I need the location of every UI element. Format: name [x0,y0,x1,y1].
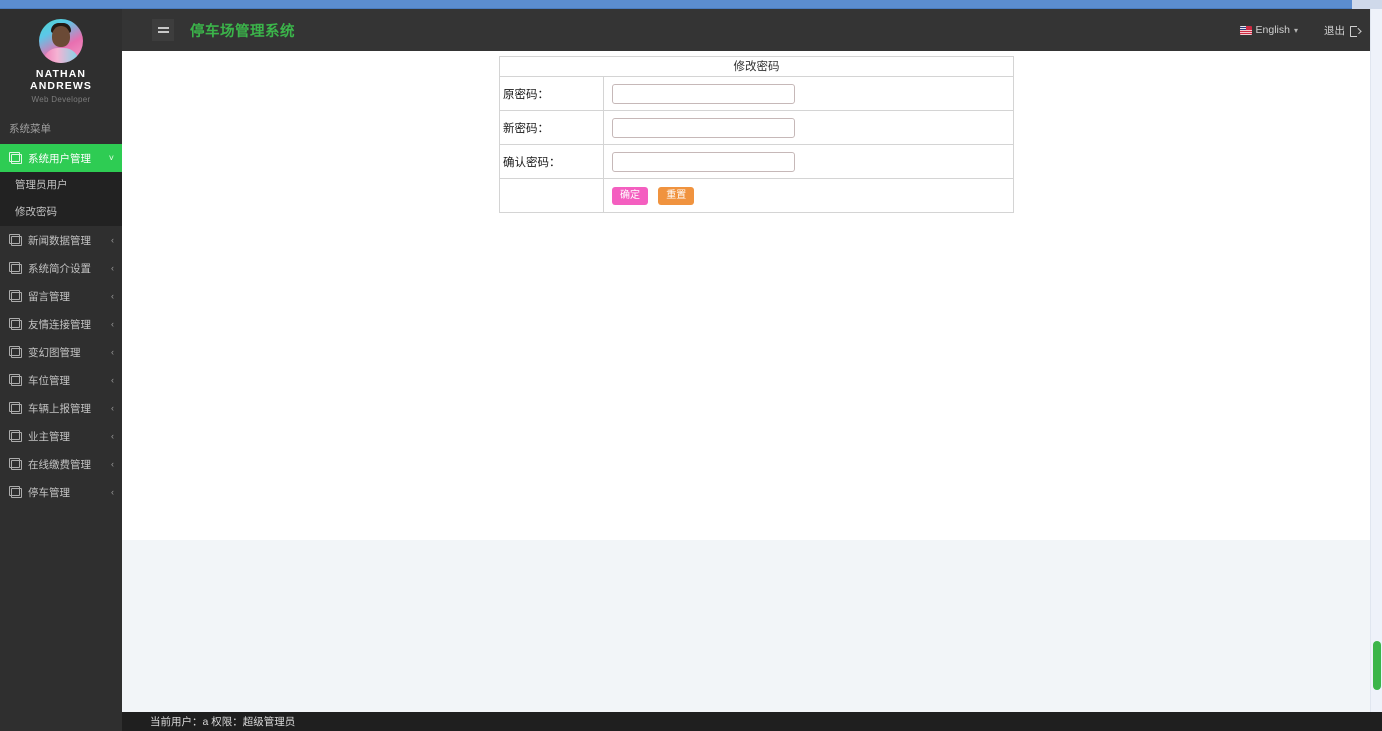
sidebar-item-label: 车位管理 [28,374,70,387]
chevron-left-icon: ‹ [111,291,114,301]
footer-status-bar: 当前用户：a 权限：超级管理员 [122,712,1382,731]
browser-horizontal-scrollbar[interactable] [0,0,1382,9]
table-row: 修改密码 [499,56,1014,77]
language-label: English [1255,24,1290,36]
confirm-password-cell [603,144,1014,179]
hamburger-bar [157,31,169,33]
main-content: 修改密码 原密码： 新密码： 确认密码： 确定 重置 [122,51,1370,540]
chevron-left-icon: ‹ [111,319,114,329]
top-header: 停车场管理系统 English ▾ 退出 [122,9,1382,51]
sidebar-subitem-change-password[interactable]: 修改密码 [0,199,122,226]
sidebar-item-label: 车辆上报管理 [28,402,91,415]
chevron-left-icon: ‹ [111,431,114,441]
chevron-left-icon: ‹ [111,235,114,245]
chevron-left-icon: ‹ [111,487,114,497]
new-password-input[interactable] [612,117,795,138]
language-selector[interactable]: English ▾ [1239,24,1298,36]
sidebar-item-label: 留言管理 [28,290,70,303]
sidebar-menu-header: 系统菜单 [0,112,122,144]
folder-copy-icon [9,346,22,358]
chevron-down-icon: ▾ [1293,25,1298,35]
folder-copy-icon [9,374,22,386]
horizontal-scrollbar-thumb[interactable] [0,0,1352,9]
table-row: 确认密码： [499,144,1014,179]
folder-copy-icon [9,458,22,470]
horizontal-scrollbar-track-end[interactable] [1352,0,1382,9]
sidebar-item-label: 系统简介设置 [28,262,91,275]
chevron-left-icon: ‹ [111,347,114,357]
form-title: 修改密码 [499,56,1014,77]
page-title: 停车场管理系统 [190,23,295,40]
hamburger-menu-icon[interactable] [152,19,174,41]
sidebar-item-label: 业主管理 [28,430,70,443]
sidebar-item-carousel-management[interactable]: 变幻图管理 ‹ [0,338,122,366]
change-password-form-table: 修改密码 原密码： 新密码： 确认密码： 确定 重置 [499,56,1014,213]
folder-copy-icon [9,318,22,330]
content-lower-panel [122,540,1370,712]
sidebar-subitem-admin-users[interactable]: 管理员用户 [0,172,122,199]
table-row: 原密码： [499,76,1014,111]
folder-copy-icon [9,290,22,302]
page-vertical-scrollbar[interactable] [1370,9,1382,712]
sidebar-item-vehicle-report-management[interactable]: 车辆上报管理 ‹ [0,394,122,422]
old-password-input[interactable] [612,83,795,104]
sidebar-item-label: 新闻数据管理 [28,234,91,247]
folder-copy-icon [9,402,22,414]
sidebar-submenu: 管理员用户 修改密码 [0,172,122,226]
avatar [39,19,83,63]
sidebar-item-parking-space-management[interactable]: 车位管理 ‹ [0,366,122,394]
sign-out-icon [1350,25,1360,37]
sidebar-item-message-management[interactable]: 留言管理 ‹ [0,282,122,310]
header-right-actions: English ▾ 退出 [1239,23,1382,38]
actions-empty-cell [499,178,604,213]
profile-name-line1: NATHAN [35,68,87,80]
sidebar-item-label: 变幻图管理 [28,346,81,359]
sidebar-item-label: 友情连接管理 [28,318,91,331]
folder-copy-icon [9,262,22,274]
folder-copy-icon [9,486,22,498]
chevron-left-icon: ‹ [111,403,114,413]
hamburger-bar [157,27,169,29]
sidebar-item-label: 系统用户管理 [28,152,91,165]
confirm-button[interactable]: 确定 [612,186,648,205]
sidebar-item-online-payment-management[interactable]: 在线缴费管理 ‹ [0,450,122,478]
sidebar-item-system-user-management[interactable]: 系统用户管理 ˅ [0,144,122,172]
confirm-password-input[interactable] [612,151,795,172]
old-password-cell [603,76,1014,111]
profile-name-line2: ANDREWS [30,80,92,92]
old-password-label: 原密码： [499,76,604,111]
chevron-down-icon: ˅ [108,153,114,163]
chevron-left-icon: ‹ [111,375,114,385]
sidebar-item-friend-link-management[interactable]: 友情连接管理 ‹ [0,310,122,338]
new-password-cell [603,110,1014,145]
confirm-password-label: 确认密码： [499,144,604,179]
form-actions-cell: 确定 重置 [603,178,1014,213]
current-user-status: 当前用户：a 权限：超级管理员 [150,716,296,728]
new-password-label: 新密码： [499,110,604,145]
flag-icon [1239,25,1252,35]
sidebar: NATHAN ANDREWS Web Developer 系统菜单 系统用户管理… [0,9,122,731]
table-row: 新密码： [499,110,1014,145]
sidebar-item-parking-management[interactable]: 停车管理 ‹ [0,478,122,506]
folder-copy-icon [9,234,22,246]
sidebar-profile: NATHAN ANDREWS Web Developer [0,9,122,112]
profile-role: Web Developer [31,95,91,104]
chevron-left-icon: ‹ [111,459,114,469]
chevron-left-icon: ‹ [111,263,114,273]
avatar-face [52,26,70,47]
table-row: 确定 重置 [499,178,1014,213]
logout-button[interactable]: 退出 [1324,23,1360,38]
vertical-scrollbar-thumb[interactable] [1373,641,1381,690]
logout-label: 退出 [1324,24,1345,37]
folder-copy-icon [9,430,22,442]
folder-copy-icon [9,152,22,164]
sidebar-item-label: 在线缴费管理 [28,458,91,471]
sidebar-item-owner-management[interactable]: 业主管理 ‹ [0,422,122,450]
sidebar-item-news-data-management[interactable]: 新闻数据管理 ‹ [0,226,122,254]
sidebar-item-label: 停车管理 [28,486,70,499]
sidebar-item-system-intro-settings[interactable]: 系统简介设置 ‹ [0,254,122,282]
reset-button[interactable]: 重置 [658,186,695,205]
